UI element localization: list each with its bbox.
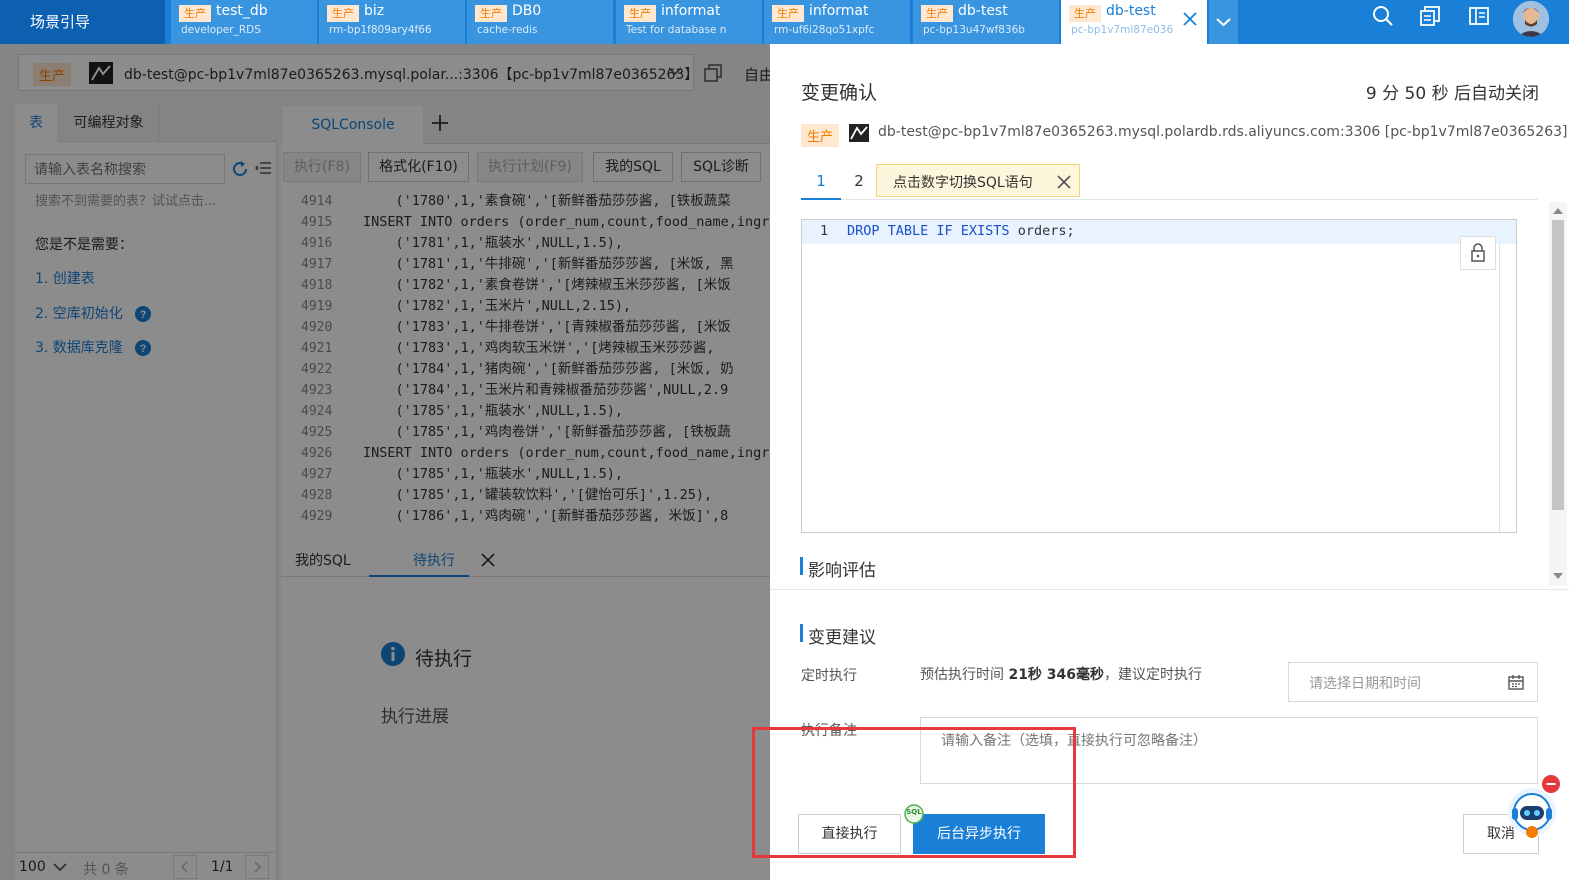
sql-tab-2[interactable]: 2 (849, 164, 869, 200)
top-bar: 场景引导 生产 test_db developer_RDS 生产 biz rm-… (0, 0, 1569, 44)
db-tab-name: DB0 (512, 3, 542, 19)
db-tab[interactable]: 生产 test_db developer_RDS (171, 0, 317, 44)
sql-line-number: 1 (820, 223, 829, 239)
env-tag: 生产 (624, 5, 656, 22)
db-tab-sub: rm-uf6i28qo51xpfc (774, 24, 875, 36)
sql-tab-1[interactable]: 1 (801, 164, 841, 200)
db-tab[interactable]: 生产 biz rm-bp1f809ary4f66 (319, 0, 465, 44)
sql-preview[interactable]: 1 DROP TABLE IF EXISTS orders; (801, 219, 1517, 533)
env-tag: 生产 (801, 124, 840, 147)
db-tab-sub: cache-redis (477, 24, 538, 36)
tooltip-text: 点击数字切换SQL语句 (893, 175, 1033, 191)
db-logo-icon (849, 124, 869, 142)
modal-overlay[interactable] (0, 44, 770, 880)
scene-guide-tab[interactable]: 场景引导 (0, 0, 165, 44)
sidebar-icon[interactable] (1468, 5, 1490, 27)
db-tab[interactable]: 生产 informat Test for database n (616, 0, 762, 44)
countdown-text: 9 分 50 秒 后自动关闭 (1365, 84, 1539, 104)
env-tag: 生产 (475, 5, 507, 22)
tooltip: 点击数字切换SQL语句 (876, 164, 1080, 197)
close-icon[interactable] (1183, 12, 1197, 26)
layers-icon[interactable] (1419, 5, 1441, 27)
impact-title: 影响评估 (808, 561, 876, 581)
env-tag: 生产 (921, 5, 953, 22)
db-tab-sub: developer_RDS (181, 24, 261, 36)
avatar[interactable] (1513, 1, 1549, 37)
db-tab[interactable]: 生产 db-test pc-bp13u47wf836b (913, 0, 1059, 44)
highlight-box (752, 727, 1076, 858)
drawer-title: 变更确认 (801, 82, 878, 104)
estimate-text: 预估执行时间 21秒 346毫秒，建议定时执行 (920, 664, 1202, 684)
estimate-prefix: 预估执行时间 (920, 667, 1009, 683)
env-tag: 生产 (1069, 5, 1101, 22)
schedule-label: 定时执行 (801, 668, 857, 684)
datetime-picker[interactable]: 请选择日期和时间 (1288, 662, 1538, 702)
db-tab-sub: Test for database n (626, 24, 727, 36)
datetime-placeholder: 请选择日期和时间 (1309, 676, 1421, 692)
suggest-title: 变更建议 (808, 628, 876, 648)
db-tab-name: informat (661, 3, 721, 19)
db-tab-name: db-test (1106, 3, 1156, 19)
connection-string: db-test@pc-bp1v7ml87e0365263.mysql.polar… (878, 124, 1568, 140)
db-tab-sub: pc-bp1v7ml87e036 (1071, 24, 1174, 36)
estimate-suffix: ，建议定时执行 (1104, 667, 1203, 683)
db-tab-name: db-test (958, 3, 1008, 19)
db-tab-sub: rm-bp1f809ary4f66 (329, 24, 432, 36)
lock-icon[interactable] (1460, 236, 1496, 270)
calendar-icon (1508, 674, 1524, 690)
db-tab-sub: pc-bp13u47wf836b (923, 24, 1025, 36)
sql-statement: DROP TABLE IF EXISTS orders; (847, 223, 1075, 239)
db-tab-name: informat (809, 3, 869, 19)
scrollbar[interactable] (1549, 202, 1567, 586)
assistant-robot-icon[interactable] (1506, 786, 1560, 840)
db-tab[interactable]: 生产 DB0 cache-redis (467, 0, 613, 44)
env-tag: 生产 (179, 5, 211, 22)
estimate-value: 21秒 346毫秒 (1008, 667, 1105, 683)
search-icon[interactable] (1372, 5, 1394, 27)
db-tab[interactable]: 生产 informat rm-uf6i28qo51xpfc (764, 0, 910, 44)
sql-rest: orders; (1009, 223, 1075, 239)
db-tab-name: biz (364, 3, 385, 19)
db-tab-name: test_db (216, 3, 268, 19)
db-tab-active[interactable]: 生产 db-test pc-bp1v7ml87e036 (1061, 0, 1207, 44)
sql-keywords: DROP TABLE IF EXISTS (847, 223, 1010, 239)
minimize-icon[interactable] (1542, 775, 1560, 793)
close-icon[interactable] (1057, 175, 1071, 189)
env-tag: 生产 (772, 5, 804, 22)
env-tag: 生产 (327, 5, 359, 22)
chevron-down-icon[interactable] (1209, 0, 1238, 44)
